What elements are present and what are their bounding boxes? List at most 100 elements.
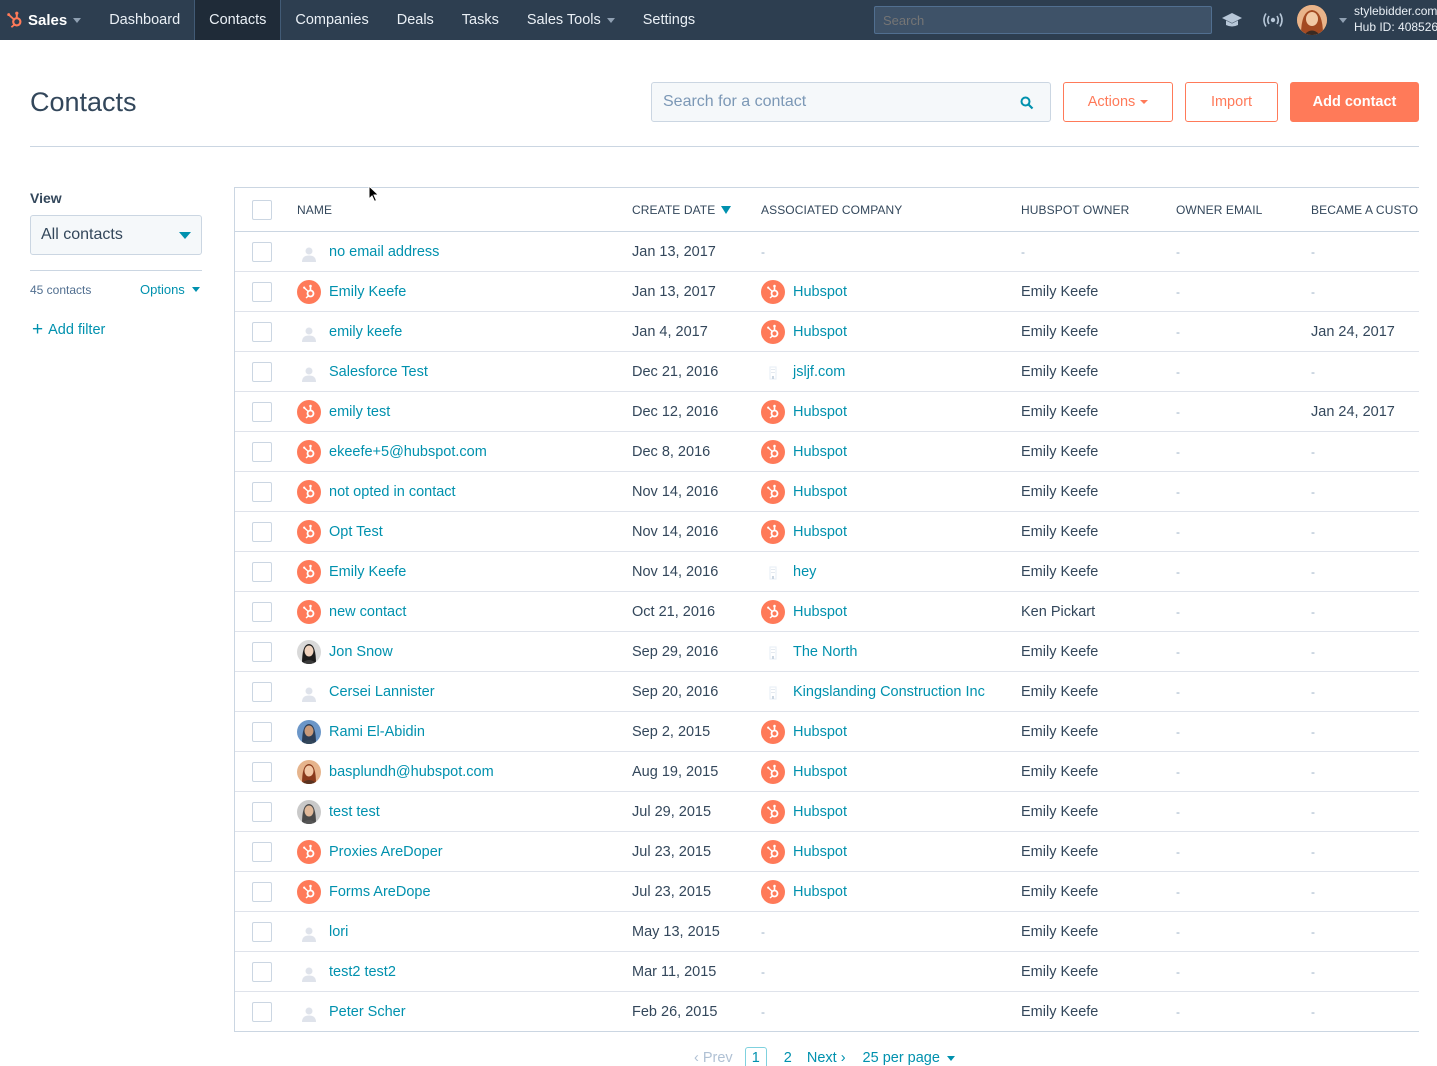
page-2-button[interactable]: 2 [784,1050,792,1066]
row-checkbox[interactable] [252,962,272,982]
row-checkbox[interactable] [252,602,272,622]
company-link[interactable]: Hubspot [793,844,847,860]
row-checkbox[interactable] [252,642,272,662]
column-header-label: NAME [297,203,333,217]
nav-contacts[interactable]: Contacts [194,0,282,40]
column-header-associated-company[interactable]: ASSOCIATED COMPANY [761,203,902,217]
owner-email: - [1176,445,1180,459]
company-link[interactable]: Hubspot [793,404,847,420]
column-header-owner-email[interactable]: OWNER EMAIL [1176,203,1262,217]
company-logo [761,640,785,664]
row-checkbox[interactable] [252,242,272,262]
company-link[interactable]: Kingslanding Construction Inc [793,684,985,700]
row-checkbox[interactable] [252,1002,272,1022]
row-checkbox[interactable] [252,722,272,742]
contacts-table: NAME CREATE DATE ASSOCIATED COMPANY HUBS… [234,187,1419,1032]
contact-name-link[interactable]: emily keefe [329,324,402,340]
nav-sales-tools[interactable]: Sales Tools [513,0,629,40]
row-checkbox[interactable] [252,842,272,862]
row-checkbox[interactable] [252,762,272,782]
company-link[interactable]: The North [793,644,857,660]
nav-companies[interactable]: Companies [281,0,382,40]
contact-name-link[interactable]: ekeefe+5@hubspot.com [329,444,487,460]
company-link[interactable]: Hubspot [793,444,847,460]
nav-deals[interactable]: Deals [383,0,448,40]
contact-name-link[interactable]: Peter Scher [329,1004,406,1020]
row-checkbox[interactable] [252,682,272,702]
academy-cap-icon[interactable] [1221,10,1243,30]
search-icon[interactable] [1020,96,1034,110]
select-all-checkbox[interactable] [252,200,272,220]
row-checkbox[interactable] [252,482,272,502]
company-link[interactable]: hey [793,564,816,580]
company-link[interactable]: Hubspot [793,764,847,780]
company-link[interactable]: Hubspot [793,884,847,900]
contact-name-link[interactable]: Proxies AreDoper [329,844,443,860]
contact-name-link[interactable]: lori [329,924,348,940]
row-checkbox[interactable] [252,922,272,942]
company-link[interactable]: Hubspot [793,284,847,300]
contact-name-link[interactable]: no email address [329,244,439,260]
add-contact-button[interactable]: Add contact [1290,82,1419,122]
contact-name-link[interactable]: Emily Keefe [329,284,406,300]
row-checkbox[interactable] [252,362,272,382]
row-checkbox[interactable] [252,282,272,302]
page-title: Contacts [30,87,137,117]
company-link[interactable]: Hubspot [793,484,847,500]
row-checkbox[interactable] [252,562,272,582]
column-header-name[interactable]: NAME [297,203,332,217]
contact-name-link[interactable]: not opted in contact [329,484,456,500]
contact-name-link[interactable]: Jon Snow [329,644,393,660]
user-avatar[interactable] [1297,5,1327,35]
column-header-became-customer[interactable]: BECAME A CUSTOMER [1311,203,1419,217]
contact-name-link[interactable]: test test [329,804,380,820]
prev-page-button[interactable]: ‹ Prev [694,1050,733,1066]
contact-name-link[interactable]: new contact [329,604,406,620]
per-page-select[interactable]: 25 per page [863,1050,955,1066]
contact-name-link[interactable]: emily test [329,404,390,420]
contact-name-link[interactable]: basplundh@hubspot.com [329,764,494,780]
company-link[interactable]: Hubspot [793,804,847,820]
contact-name-link[interactable]: Rami El-Abidin [329,724,425,740]
row-checkbox[interactable] [252,802,272,822]
options-dropdown[interactable]: Options [140,282,200,297]
contact-name-link[interactable]: Cersei Lannister [329,684,435,700]
nav-tasks[interactable]: Tasks [448,0,513,40]
global-search-input[interactable] [874,6,1212,34]
contact-photo-icon [297,760,321,784]
column-header-create-date[interactable]: CREATE DATE [632,203,732,217]
company-link[interactable]: Hubspot [793,324,847,340]
row-checkbox[interactable] [252,322,272,342]
page-1-button[interactable]: 1 [744,1047,767,1066]
contact-name-link[interactable]: Emily Keefe [329,564,406,580]
chevron-down-icon[interactable] [1339,18,1347,23]
row-checkbox[interactable] [252,882,272,902]
notifications-broadcast-icon[interactable] [1262,10,1284,30]
row-checkbox[interactable] [252,442,272,462]
company-link[interactable]: jsljf.com [793,364,845,380]
nav-dashboard[interactable]: Dashboard [95,0,194,40]
contact-name-link[interactable]: test2 test2 [329,964,396,980]
import-button[interactable]: Import [1185,82,1278,122]
table-row: test test Jul 29, 2015 Hubspot Emily Keefe -… [235,792,1419,832]
company-link[interactable]: Hubspot [793,524,847,540]
contact-name-link[interactable]: Salesforce Test [329,364,428,380]
account-info: stylebidder.com Hub ID: 408526 [1354,3,1437,35]
contact-search-input[interactable] [652,83,1050,121]
row-checkbox[interactable] [252,522,272,542]
row-checkbox[interactable] [252,402,272,422]
company-link[interactable]: Hubspot [793,724,847,740]
brand-menu[interactable]: Sales [0,0,95,40]
table-row: Opt Test Nov 14, 2016 Hubspot Emily Keefe - - [235,512,1419,552]
became-customer-date: - [1311,725,1315,739]
company-link[interactable]: Hubspot [793,604,847,620]
contact-name-link[interactable]: Opt Test [329,524,383,540]
actions-button[interactable]: Actions [1063,82,1173,122]
nav-settings[interactable]: Settings [629,0,709,40]
add-filter-button[interactable]: + Add filter [32,320,105,339]
create-date: Sep 2, 2015 [632,724,711,740]
contact-name-link[interactable]: Forms AreDope [329,884,431,900]
next-page-button[interactable]: Next › [807,1050,846,1066]
column-header-hubspot-owner[interactable]: HUBSPOT OWNER [1021,203,1129,217]
view-select[interactable]: All contacts [30,215,202,255]
